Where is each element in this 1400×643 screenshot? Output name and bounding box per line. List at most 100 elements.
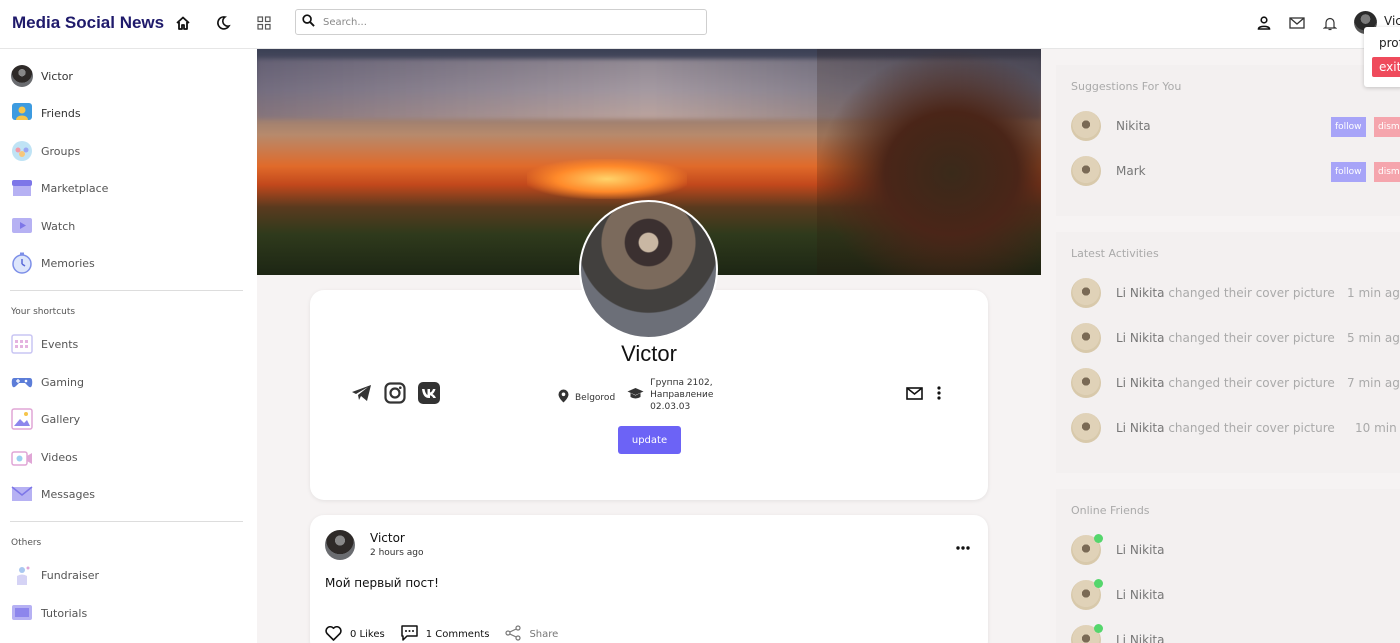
user-name[interactable]: Victor (1384, 14, 1400, 28)
suggestion-item: Mark follow dismiss (1071, 156, 1400, 186)
sidebar-item-label: Gaming (41, 375, 84, 389)
sidebar-item-profile[interactable]: Victor (11, 64, 73, 88)
exit-button[interactable]: exit (1372, 57, 1400, 77)
sidebar-item-fundraiser[interactable]: Fundraiser (11, 563, 99, 587)
profile-actions (906, 386, 941, 403)
telegram-icon[interactable] (350, 382, 372, 404)
apps-grid-icon[interactable] (253, 12, 275, 34)
activity-user[interactable]: Li Nikita (1116, 376, 1165, 390)
sidebar-divider (10, 290, 243, 291)
sidebar-item-label: Videos (41, 450, 78, 464)
sidebar-item-messages[interactable]: Messages (11, 482, 95, 506)
like-button[interactable]: 0 Likes (325, 625, 385, 643)
fundraiser-icon (11, 564, 33, 586)
comments-count: 1 Comments (425, 629, 490, 640)
avatar[interactable] (1071, 413, 1101, 443)
follow-button[interactable]: follow (1331, 117, 1366, 137)
post-text: Мой первый пост! (325, 576, 439, 590)
post-author-avatar[interactable] (325, 530, 355, 560)
instagram-icon[interactable] (384, 382, 406, 404)
online-friend-item[interactable]: Li Nikita (1071, 624, 1400, 643)
sidebar-item-marketplace[interactable]: Marketplace (11, 176, 108, 200)
sidebar-item-watch[interactable]: Watch (11, 214, 75, 238)
sidebar-item-label: Events (41, 337, 79, 351)
activity-time: 10 min ago (1355, 421, 1400, 435)
search-input[interactable] (323, 16, 693, 28)
sidebar-divider (10, 521, 243, 522)
avatar[interactable] (1071, 323, 1101, 353)
online-friends-title: Online Friends (1071, 504, 1150, 517)
profile-name: Victor (621, 341, 677, 366)
watch-icon (11, 215, 33, 237)
activities-title: Latest Activities (1071, 247, 1159, 260)
sidebar-item-groups[interactable]: Groups (11, 139, 80, 163)
share-button[interactable]: Share (505, 625, 558, 643)
sidebar-item-label: Gallery (41, 412, 81, 426)
sidebar-item-videos[interactable]: Videos (11, 445, 78, 469)
person-icon[interactable] (1253, 12, 1275, 34)
sidebar-item-label: Messages (41, 487, 95, 501)
location-text: Belgorod (575, 392, 616, 403)
online-indicator (1094, 624, 1103, 633)
profile-menu-item[interactable]: profile (1379, 36, 1400, 50)
sidebar-item-label: Marketplace (41, 181, 109, 195)
suggestion-name[interactable]: Mark (1116, 164, 1146, 178)
shortcuts-section-title: Your shortcuts (11, 307, 76, 317)
online-friend-item[interactable]: Li Nikita (1071, 579, 1400, 610)
dismiss-button[interactable]: dismiss (1374, 162, 1400, 182)
activity-time: 5 min ago (1347, 331, 1400, 345)
avatar[interactable] (1071, 156, 1101, 186)
sidebar-item-label: Tutorials (41, 606, 88, 620)
top-bar: Media Social News Victor (0, 0, 1400, 49)
post-author[interactable]: Victor (370, 531, 405, 545)
dark-mode-icon[interactable] (212, 12, 234, 34)
share-icon (505, 625, 522, 643)
suggestion-item: Nikita follow dismiss (1071, 111, 1400, 141)
avatar[interactable] (1071, 111, 1101, 141)
suggestion-name[interactable]: Nikita (1116, 119, 1151, 133)
avatar[interactable] (1071, 278, 1101, 308)
activities-panel: Latest Activities Li Nikita changed thei… (1056, 232, 1400, 473)
app-logo[interactable]: Media Social News (12, 13, 164, 33)
activity-user[interactable]: Li Nikita (1116, 331, 1165, 345)
groups-icon (11, 140, 33, 162)
activity-item: Li Nikita changed their cover picture 10… (1071, 413, 1400, 443)
user-dropdown-menu: profile exit (1364, 27, 1400, 87)
online-friend-item[interactable]: Li Nikita (1071, 534, 1400, 565)
avatar (1071, 579, 1103, 610)
sidebar-item-events[interactable]: Events (11, 332, 78, 356)
avatar[interactable] (1071, 368, 1101, 398)
sidebar-item-gaming[interactable]: Gaming (11, 370, 84, 394)
activity-user[interactable]: Li Nikita (1116, 421, 1165, 435)
friend-name: Li Nikita (1116, 588, 1165, 602)
activity-user[interactable]: Li Nikita (1116, 286, 1165, 300)
home-icon[interactable] (172, 12, 194, 34)
left-sidebar: Victor Friends Groups Marketplace Watch … (0, 49, 257, 643)
mail-icon[interactable] (906, 386, 923, 403)
videos-icon (11, 446, 33, 468)
location-pin-icon (558, 389, 569, 406)
search-box[interactable] (295, 9, 707, 35)
dismiss-button[interactable]: dismiss (1374, 117, 1400, 137)
marketplace-icon (11, 177, 33, 199)
sidebar-item-tutorials[interactable]: Tutorials (11, 601, 87, 625)
profile-avatar[interactable] (579, 200, 718, 339)
bell-icon[interactable] (1319, 12, 1341, 34)
follow-button[interactable]: follow (1331, 162, 1366, 182)
sidebar-item-gallery[interactable]: Gallery (11, 407, 80, 431)
friends-icon (11, 102, 33, 124)
activity-item: Li Nikita changed their cover picture 5 … (1071, 323, 1400, 353)
gaming-icon (11, 371, 33, 393)
sidebar-item-label: Watch (41, 219, 76, 233)
mail-icon[interactable] (1286, 12, 1308, 34)
comments-button[interactable]: 1 Comments (400, 625, 490, 643)
suggestions-panel: Suggestions For You Nikita follow dismis… (1056, 65, 1400, 216)
online-friends-panel: Online Friends Li Nikita Li Nikita Li Ni… (1056, 489, 1400, 643)
more-vertical-icon[interactable] (937, 386, 941, 403)
suggestions-title: Suggestions For You (1071, 80, 1182, 93)
update-button[interactable]: update (618, 426, 681, 454)
more-horizontal-icon[interactable] (956, 539, 970, 553)
sidebar-item-memories[interactable]: Memories (11, 251, 95, 275)
sidebar-item-friends[interactable]: Friends (11, 101, 81, 125)
vk-icon[interactable] (418, 382, 440, 404)
